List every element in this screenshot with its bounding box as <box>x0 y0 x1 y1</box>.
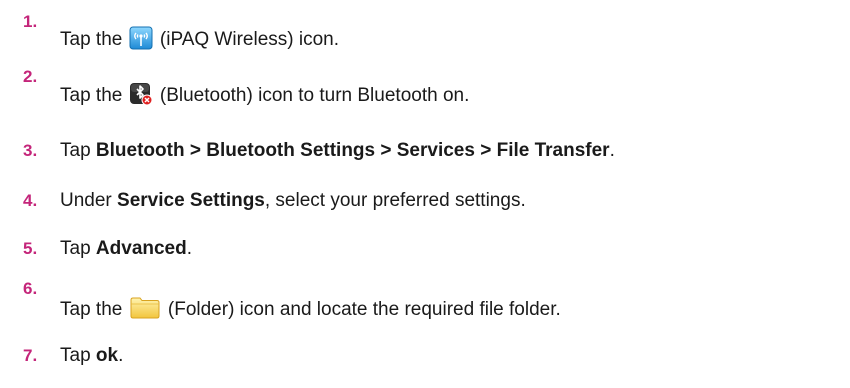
step-text: Tap ok. <box>60 345 124 366</box>
step-text: Under Service Settings, select your pref… <box>60 190 526 211</box>
step-number: 7. <box>23 346 38 365</box>
step-number: 5. <box>23 239 38 258</box>
step-text: Tap the (Bluetooth) icon to turn Bluetoo… <box>60 82 469 113</box>
instruction-steps: 1. Tap the (iPAQ Wireless) icon. 2. Tap … <box>0 0 850 388</box>
step-text: Tap Advanced. <box>60 238 193 259</box>
folder-icon <box>129 296 161 327</box>
step-number: 3. <box>23 141 38 160</box>
step-number: 6. <box>23 279 38 298</box>
step-text: Tap Bluetooth > Bluetooth Settings > Ser… <box>60 140 615 161</box>
step-number: 1. <box>23 12 38 31</box>
step-number: 4. <box>23 191 38 210</box>
step-number: 2. <box>23 67 38 86</box>
step-text: Tap the (iPAQ Wireless) icon. <box>60 26 339 57</box>
ipaq-wireless-icon <box>129 26 153 57</box>
bluetooth-icon <box>129 82 153 113</box>
step-text: Tap the (Folder) icon and locate the req… <box>60 296 561 327</box>
